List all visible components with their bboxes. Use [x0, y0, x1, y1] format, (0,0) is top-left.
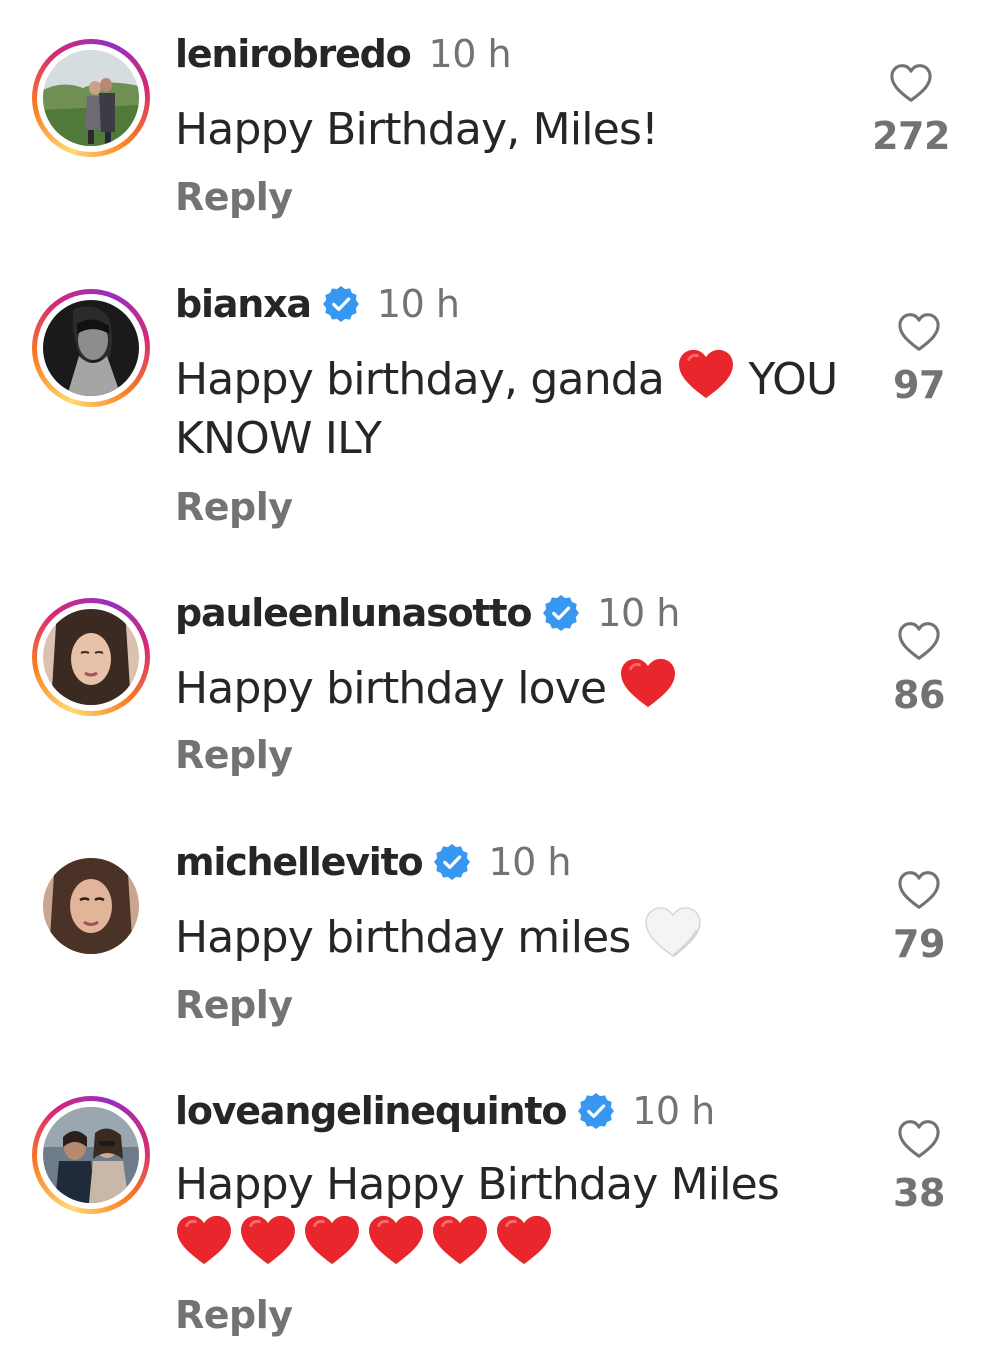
avatar-inner: [37, 603, 145, 711]
like-count: 38: [893, 1171, 945, 1215]
comment-text-line: Happy birthday love: [175, 663, 607, 714]
red-heart-emoji-icon: [367, 1214, 425, 1266]
comment-text: Happy birthday love: [175, 657, 865, 718]
reply-button[interactable]: Reply: [175, 485, 293, 529]
heart-outline-icon[interactable]: [897, 1119, 941, 1159]
avatar-story-ring[interactable]: [32, 1096, 150, 1214]
comment-time: 10 h: [376, 282, 460, 326]
avatar: [43, 300, 139, 396]
comment-text: Happy Happy Birthday Miles: [175, 1155, 865, 1275]
avatar-story-ring[interactable]: [32, 598, 150, 716]
comment-text: Happy birthday, ganda YOU KNOW ILY: [175, 348, 865, 468]
verified-badge-icon: [323, 286, 359, 322]
comment-text-line: Happy birthday, ganda: [175, 354, 665, 405]
comment-header: michellevito 10 h: [175, 840, 571, 884]
comment-text-line: YOU: [748, 354, 838, 405]
reply-button[interactable]: Reply: [175, 733, 293, 777]
red-heart-emoji-icon: [495, 1214, 553, 1266]
avatar-photo-icon: [43, 50, 139, 146]
red-heart-emoji-icon: [619, 657, 677, 709]
comment-header: loveangelinequinto 10 h: [175, 1089, 715, 1133]
avatar: [43, 858, 139, 954]
like-count: 97: [893, 363, 945, 407]
avatar-story-ring[interactable]: [32, 39, 150, 157]
reply-button[interactable]: Reply: [175, 175, 293, 219]
reply-button[interactable]: Reply: [175, 1293, 293, 1337]
avatar-inner: [37, 1101, 145, 1209]
avatar-photo-icon: [43, 1107, 139, 1203]
username-link[interactable]: lenirobredo: [175, 32, 412, 76]
comment-text-line: Happy birthday miles: [175, 912, 631, 963]
comment-text-line: Happy Birthday, Miles!: [175, 104, 659, 155]
avatar-photo-icon: [43, 609, 139, 705]
comment-header: bianxa 10 h: [175, 282, 460, 326]
red-heart-emoji-icon: [175, 1214, 233, 1266]
avatar-story-ring[interactable]: [32, 289, 150, 407]
avatar: [43, 609, 139, 705]
heart-outline-icon[interactable]: [897, 621, 941, 661]
like-count: 79: [893, 922, 945, 966]
comment-time: 10 h: [488, 840, 571, 884]
avatar-plain[interactable]: [32, 847, 150, 965]
username-link[interactable]: michellevito: [175, 840, 424, 884]
comment-time: 10 h: [597, 591, 680, 635]
comment-header: pauleenlunasotto 10 h: [175, 591, 680, 635]
heart-outline-icon[interactable]: [897, 870, 941, 910]
red-heart-emoji-icon: [239, 1214, 297, 1266]
verified-badge-icon: [543, 595, 579, 631]
reply-button[interactable]: Reply: [175, 983, 293, 1027]
avatar: [43, 1107, 139, 1203]
like-count: 272: [872, 114, 950, 158]
comment-header: lenirobredo 10 h: [175, 32, 512, 76]
username-link[interactable]: pauleenlunasotto: [175, 591, 532, 635]
username-link[interactable]: bianxa: [175, 282, 312, 326]
heart-outline-icon[interactable]: [889, 63, 933, 103]
avatar-inner: [37, 44, 145, 152]
verified-badge-icon: [578, 1093, 614, 1129]
comment-text: Happy birthday miles: [175, 906, 865, 967]
white-heart-emoji-icon: [644, 906, 702, 958]
verified-badge-icon: [434, 844, 470, 880]
red-heart-emoji-icon: [431, 1214, 489, 1266]
heart-outline-icon[interactable]: [897, 312, 941, 352]
comment-text-line: Happy Happy Birthday Miles: [175, 1159, 780, 1210]
red-heart-emoji-icon: [677, 348, 735, 400]
comment-text-line: KNOW ILY: [175, 413, 382, 464]
avatar-inner: [37, 294, 145, 402]
username-link[interactable]: loveangelinequinto: [175, 1089, 567, 1133]
avatar-photo-icon: [43, 858, 139, 954]
comment-time: 10 h: [428, 32, 512, 76]
avatar-inner: [40, 855, 142, 957]
avatar-photo-icon: [43, 300, 139, 396]
red-heart-emoji-icon: [303, 1214, 361, 1266]
avatar: [43, 50, 139, 146]
comment-text: Happy Birthday, Miles!: [175, 100, 865, 159]
like-count: 86: [893, 673, 945, 717]
comment-time: 10 h: [632, 1089, 715, 1133]
